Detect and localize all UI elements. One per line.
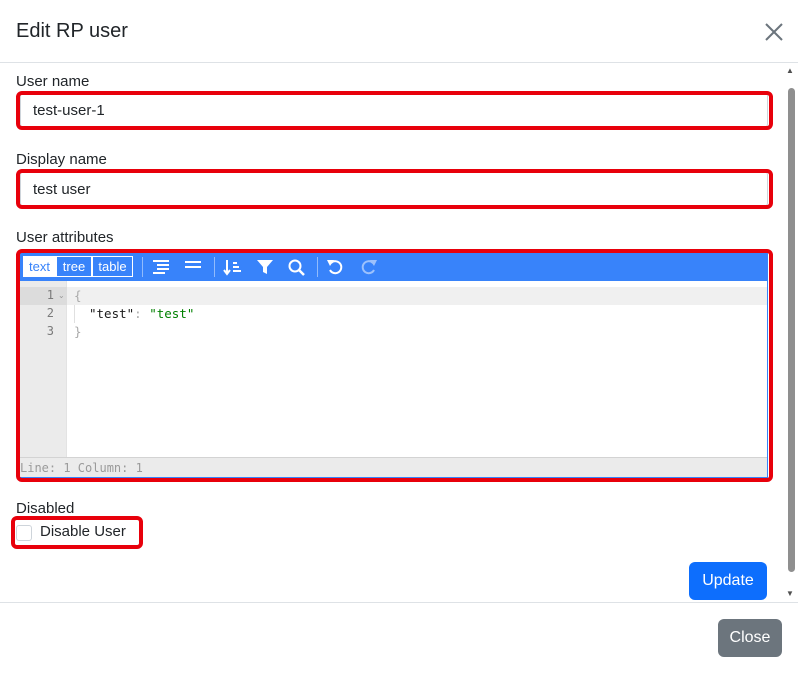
sort-icon[interactable]	[222, 257, 244, 277]
code-line-3: }	[74, 324, 82, 339]
scroll-down-arrow-icon[interactable]: ▼	[786, 589, 794, 598]
modal-header: Edit RP user	[0, 0, 798, 63]
mode-tree-button[interactable]: tree	[56, 256, 92, 277]
code-line-1: {	[74, 288, 82, 303]
scroll-thumb[interactable]	[788, 88, 795, 572]
json-value: "test"	[149, 306, 195, 321]
editor-menu-bar: text tree table	[20, 254, 767, 281]
fold-arrow-icon[interactable]: ⌄	[58, 291, 65, 300]
toolbar-separator	[317, 257, 318, 277]
search-icon[interactable]	[286, 257, 308, 277]
scroll-up-arrow-icon[interactable]: ▲	[786, 66, 794, 75]
toolbar-separator	[142, 257, 143, 277]
compact-icon[interactable]	[182, 257, 204, 277]
line-number: 3	[46, 324, 54, 338]
editor-status-bar: Line: 1 Column: 1	[20, 457, 767, 477]
json-colon: :	[134, 306, 150, 321]
line-number: 2	[46, 306, 54, 320]
code-line-2: "test": "test"	[89, 306, 194, 321]
line-number: 1	[46, 288, 54, 302]
user-name-label: User name	[16, 73, 90, 90]
open-brace: {	[74, 288, 82, 303]
modal-footer	[0, 602, 798, 673]
update-button[interactable]: Update	[689, 562, 767, 600]
json-editor[interactable]: text tree table 1 2 3 ⌄ {"test": "test"…	[19, 253, 768, 478]
disable-user-label[interactable]: Disable User	[40, 523, 126, 540]
close-icon[interactable]	[763, 21, 785, 43]
close-button[interactable]: Close	[718, 619, 782, 657]
mode-table-button[interactable]: table	[92, 256, 133, 277]
disable-user-checkbox[interactable]	[16, 525, 32, 541]
undo-icon[interactable]	[325, 257, 347, 277]
disabled-label: Disabled	[16, 500, 75, 517]
close-brace: }	[74, 324, 82, 339]
user-name-input[interactable]	[20, 92, 768, 128]
format-icon[interactable]	[150, 257, 172, 277]
modal-title: Edit RP user	[16, 20, 128, 42]
toolbar-separator	[214, 257, 215, 277]
json-key: "test"	[89, 306, 135, 321]
active-line-highlight	[20, 287, 767, 305]
indent-guide	[74, 305, 75, 323]
redo-icon[interactable]	[357, 257, 379, 277]
display-name-input[interactable]	[20, 171, 768, 207]
user-attributes-label: User attributes	[16, 229, 114, 246]
display-name-label: Display name	[16, 151, 107, 168]
mode-text-button[interactable]: text	[23, 256, 56, 277]
filter-icon[interactable]	[254, 257, 276, 277]
